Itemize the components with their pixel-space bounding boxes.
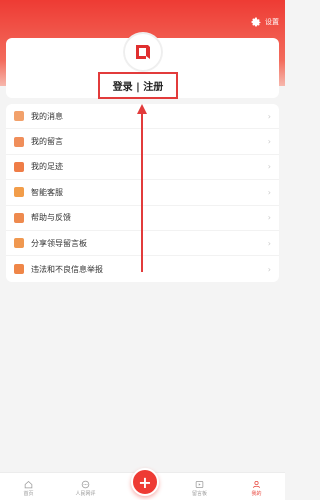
menu-list: 我的消息 › 我的留言 › 我的足迹 › 智能客服 › 帮助与反馈 › 分享领导… [6, 104, 279, 282]
chevron-right-icon: › [267, 264, 271, 274]
tab-label: 首页 [23, 491, 34, 497]
tab-mine[interactable]: 我的 [228, 473, 285, 500]
menu-item-label: 帮助与反馈 [31, 213, 71, 223]
menu-item-label: 违法和不良信息举报 [31, 264, 103, 274]
menu-item-footprints[interactable]: 我的足迹 › [6, 155, 279, 181]
app-logo-icon [136, 45, 150, 59]
tab-home[interactable]: 首页 [0, 473, 57, 500]
footprint-icon [14, 161, 24, 172]
message-icon [14, 111, 24, 122]
menu-item-report[interactable]: 违法和不良信息举报 › [6, 256, 279, 281]
menu-item-label: 我的消息 [31, 111, 63, 121]
service-icon [14, 187, 24, 198]
menu-item-help[interactable]: 帮助与反馈 › [6, 206, 279, 231]
login-register-button[interactable]: 登录 | 注册 [98, 72, 178, 99]
tab-board[interactable]: 留言板 [171, 473, 228, 500]
chevron-right-icon: › [267, 187, 271, 197]
menu-item-label: 智能客服 [31, 187, 63, 197]
chat-icon [81, 480, 90, 489]
menu-item-messages[interactable]: 我的消息 › [6, 104, 279, 130]
avatar[interactable] [124, 33, 162, 71]
chevron-right-icon: › [267, 162, 271, 172]
chevron-right-icon: › [267, 137, 271, 147]
menu-item-service[interactable]: 智能客服 › [6, 180, 279, 206]
settings-button[interactable]: 设置 [250, 16, 279, 28]
menu-item-label: 分享领导留言板 [31, 238, 87, 248]
tab-label: 留言板 [191, 491, 207, 497]
chevron-right-icon: › [267, 238, 271, 248]
gear-icon [251, 17, 261, 27]
tab-comments[interactable]: 人民网评 [57, 473, 114, 500]
tab-label: 我的 [251, 491, 262, 497]
chevron-right-icon: › [267, 111, 271, 121]
report-icon [14, 264, 24, 275]
settings-label: 设置 [265, 18, 279, 26]
comment-icon [14, 136, 24, 147]
home-icon [24, 480, 33, 489]
menu-item-label: 我的足迹 [31, 162, 63, 172]
share-icon [14, 238, 24, 249]
help-icon [14, 212, 24, 223]
chevron-right-icon: › [267, 213, 271, 223]
add-post-button[interactable]: + [131, 468, 159, 496]
tab-label: 人民网评 [75, 491, 96, 497]
menu-item-comments[interactable]: 我的留言 › [6, 129, 279, 155]
menu-item-share[interactable]: 分享领导留言板 › [6, 231, 279, 257]
board-icon [195, 481, 204, 488]
user-icon [253, 480, 260, 488]
menu-item-label: 我的留言 [31, 137, 63, 147]
